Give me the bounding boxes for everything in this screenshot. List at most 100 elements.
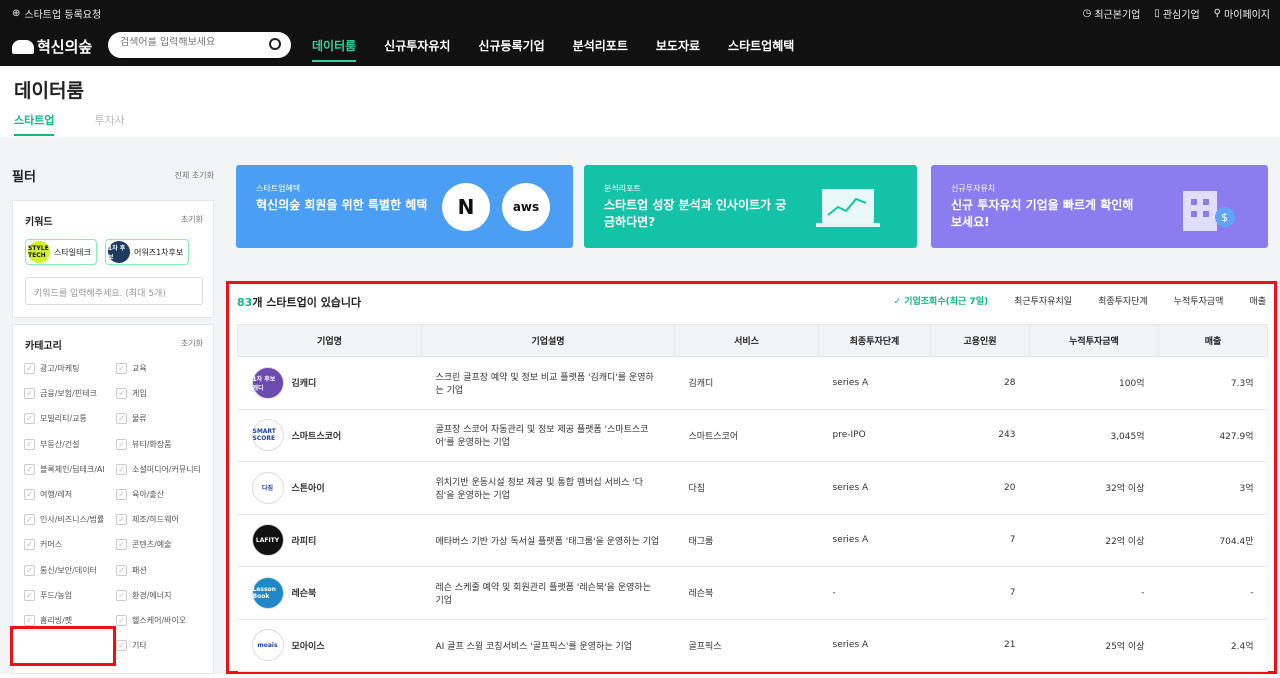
recent-companies-link[interactable]: ◷ 최근본기업 (1083, 6, 1141, 21)
nav-press[interactable]: 보도자료 (656, 37, 700, 62)
table-row[interactable]: 1차 후보 캐디 김캐디 스크린 골프장 예약 및 정보 비교 플랫폼 '김캐디'를… (237, 356, 1268, 410)
category-checkbox[interactable]: ✓ 블록체인/딥테크/AI (24, 463, 105, 475)
keyword-chip[interactable]: 1차 후보 어워즈1차후보 (105, 239, 190, 265)
category-checkbox[interactable]: ✓ 헬스케어/바이오 (116, 615, 186, 626)
keyword-reset-button[interactable]: 초기화 (181, 214, 203, 225)
column-header[interactable]: 최종투자단계 (818, 324, 931, 357)
column-header[interactable]: 기업설명 (421, 324, 675, 357)
company-logo: LAFITY (251, 524, 284, 557)
column-header[interactable]: 매출 (1158, 324, 1268, 357)
nav-benefits[interactable]: 스타트업혜택 (728, 37, 794, 62)
category-checkbox[interactable]: ✓ 모빌리티/교통 (24, 413, 87, 425)
column-header[interactable]: 고용인원 (930, 324, 1030, 357)
company-name[interactable]: 라피티 (292, 534, 317, 547)
checkbox-icon: ✓ (24, 438, 35, 450)
category-checkbox[interactable]: ✓ 푸드/농업 (24, 589, 72, 601)
checkbox-icon: ✓ (116, 539, 127, 551)
service-name: 다짐 (674, 461, 819, 515)
company-name[interactable]: 모아이스 (292, 639, 325, 652)
tab-investor[interactable]: 투자사 (94, 112, 124, 136)
category-checkbox[interactable]: ✓ 패션 (116, 564, 147, 576)
category-reset-button[interactable]: 초기화 (181, 338, 203, 349)
investment-stage: series A (818, 619, 931, 672)
category-checkbox[interactable]: ✓ 환경/에너지 (116, 589, 172, 601)
banner-benefits[interactable]: 스타트업혜택 혁신의숲 회원을 위한 특별한 혜택 N aws (236, 165, 573, 248)
checkbox-icon: ✓ (116, 564, 127, 576)
category-checkbox[interactable]: ✓ 물류 (116, 413, 147, 425)
checkbox-icon: ✓ (24, 514, 35, 526)
table-row[interactable]: SMART SCORE 스마트스코어 골프장 스코어 자동관리 및 정보 제공 플랫… (237, 409, 1268, 462)
column-header[interactable]: 누적투자금액 (1029, 324, 1159, 357)
revenue: 704.4만 (1158, 514, 1268, 567)
nav-new-investment[interactable]: 신규투자유치 (384, 37, 450, 62)
category-checkbox[interactable]: ✓ 육아/출산 (116, 489, 164, 500)
page-title: 데이터룸 (14, 80, 84, 102)
checkbox-icon: ✓ (116, 363, 127, 374)
revenue: 3억 (1158, 461, 1268, 515)
results-count: 83개 스타트업이 있습니다 (237, 296, 362, 309)
total-funding: 100억 (1029, 356, 1159, 410)
category-checkbox[interactable]: ✓ 통신/보안/데이터 (24, 564, 97, 576)
aws-logo: aws (502, 183, 550, 231)
table-row[interactable]: LAFITY 라피티 메타버스 기반 가상 독서실 플랫폼 '태그룸'을 운영하는 … (237, 514, 1268, 567)
category-checkbox[interactable]: ✓ 교육 (116, 363, 147, 374)
sort-recent-investment[interactable]: 최근투자유치일 (1014, 294, 1072, 307)
search-input[interactable] (120, 37, 260, 48)
sort-revenue[interactable]: 매출 (1249, 294, 1266, 307)
company-name[interactable]: 스마트스코어 (292, 429, 342, 442)
table-row[interactable]: 다짐 스톤아이 위치기반 운동시설 정보 제공 및 통합 멤버십 서비스 '다짐'을… (237, 461, 1268, 515)
mypage-link[interactable]: ⚲ 마이페이지 (1214, 6, 1270, 21)
category-checkbox[interactable]: ✓ 제조/하드웨어 (116, 514, 179, 526)
column-header[interactable]: 서비스 (674, 324, 819, 357)
company-description: 골프장 스코어 자동관리 및 정보 제공 플랫폼 '스마트스코어'를 운영하는 … (421, 409, 675, 462)
category-label: 패션 (132, 565, 147, 575)
favorite-companies-link[interactable]: ▯ 관심기업 (1154, 6, 1199, 21)
category-checkbox[interactable]: ✓ 인사/비즈니스/법률 (24, 514, 104, 526)
keyword-input[interactable]: 키워드를 입력해주세요. (최대 5개) (25, 277, 203, 305)
category-checkbox[interactable]: ✓ 홈리빙/펫 (24, 615, 72, 626)
company-name[interactable]: 스톤아이 (292, 481, 325, 494)
nav-new-companies[interactable]: 신규등록기업 (478, 37, 544, 62)
sort-stage[interactable]: 최종투자단계 (1098, 294, 1148, 307)
category-checkbox[interactable]: ✓ 게임 (116, 388, 147, 400)
company-name[interactable]: 레슨북 (292, 586, 317, 599)
award-logo: 1차 후보 (108, 241, 130, 263)
company-name[interactable]: 김캐디 (292, 376, 317, 389)
category-checkbox[interactable]: ✓ 콘텐츠/예술 (116, 539, 172, 551)
nav-dataroom[interactable]: 데이터룸 (312, 37, 357, 62)
site-logo[interactable]: 혁신의숲 (12, 36, 92, 57)
category-label: 콘텐츠/예술 (132, 540, 172, 550)
column-header[interactable]: 기업명 (237, 324, 422, 357)
category-label: 소셜미디어/커뮤니티 (132, 464, 201, 474)
category-label: 물류 (132, 414, 147, 424)
table-row[interactable]: moais 모아이스 AI 골프 스윙 코칭서비스 '골프픽스'를 운영하는 기업 골… (237, 619, 1268, 672)
sort-views[interactable]: ✓ 기업조회수(최근 7일) (894, 294, 989, 307)
category-checkbox[interactable]: ✓ 여행/레저 (24, 489, 72, 500)
checkbox-icon: ✓ (116, 413, 127, 425)
investment-stage: series A (818, 461, 931, 515)
nav-reports[interactable]: 분석리포트 (573, 37, 628, 62)
category-checkbox[interactable]: ✓ 기타 (116, 640, 147, 652)
category-checkbox[interactable]: ✓ 부동산/건설 (24, 438, 80, 450)
category-checkbox[interactable]: ✓ 뷰티/화장품 (116, 438, 172, 450)
checkbox-icon: ✓ (24, 363, 35, 374)
category-checkbox[interactable]: ✓ 광고/마케팅 (24, 363, 80, 374)
banner-reports[interactable]: 분석리포트 스타트업 성장 분석과 인사이트가 궁금하다면? (584, 165, 917, 248)
reset-all-button[interactable]: 전체 초기화 (175, 170, 214, 181)
revenue: 427.9억 (1158, 409, 1268, 462)
keyword-panel: 키워드 초기화 STYLE TECH 스타일테크 1차 후보 어워즈1차후보 키워드… (12, 200, 214, 318)
category-label: 뷰티/화장품 (132, 439, 172, 449)
startup-register-link[interactable]: ⊕ 스타트업 등록요청 (12, 6, 101, 21)
keyword-chip[interactable]: STYLE TECH 스타일테크 (25, 239, 97, 265)
tab-startup[interactable]: 스타트업 (14, 112, 55, 136)
table-row[interactable]: Lesson Book 레슨북 레슨 스케줄 예약 및 회원관리 플랫폼 '레슨북'… (237, 566, 1268, 620)
banner-investment[interactable]: 신규투자유치 신규 투자유치 기업을 빠르게 확인해 보세요! $ (931, 165, 1268, 248)
category-checkbox[interactable]: ✓ 소셜미디어/커뮤니티 (116, 463, 201, 475)
category-checkbox[interactable]: ✓ 금융/보험/핀테크 (24, 388, 97, 400)
sort-funding[interactable]: 누적투자금액 (1174, 294, 1224, 307)
category-label: 광고/마케팅 (40, 364, 80, 373)
company-logo: Lesson Book (251, 576, 284, 609)
search-icon[interactable] (269, 38, 281, 50)
category-checkbox[interactable]: ✓ 커머스 (24, 539, 62, 551)
investment-stage: series A (818, 356, 931, 410)
